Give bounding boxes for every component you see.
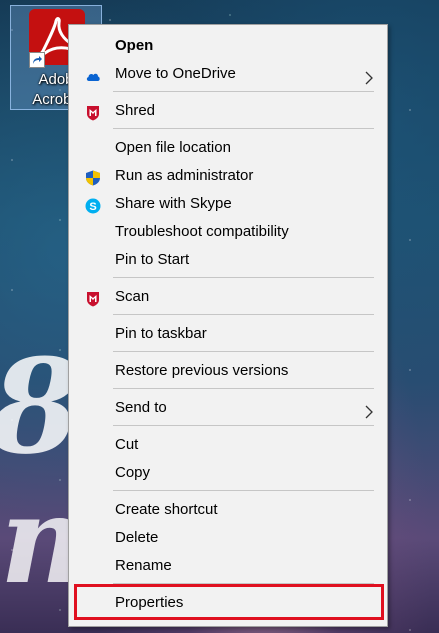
menu-item-delete[interactable]: Delete	[72, 524, 384, 552]
menu-item-label: Cut	[115, 436, 139, 453]
menu-item-properties[interactable]: Properties	[72, 589, 384, 617]
menu-item-cut[interactable]: Cut	[72, 431, 384, 459]
menu-item-scan[interactable]: Scan	[72, 283, 384, 311]
menu-separator	[113, 128, 374, 129]
menu-item-run-as-administrator[interactable]: Run as administrator	[72, 162, 384, 190]
menu-item-open-file-location[interactable]: Open file location	[72, 134, 384, 162]
menu-item-label: Move to OneDrive	[115, 65, 236, 82]
menu-separator	[113, 388, 374, 389]
menu-item-troubleshoot-compatibility[interactable]: Troubleshoot compatibility	[72, 218, 384, 246]
menu-item-label: Run as administrator	[115, 167, 254, 184]
onedrive-cloud-icon	[85, 66, 101, 82]
menu-item-label: Send to	[115, 399, 167, 416]
menu-item-label: Scan	[115, 288, 150, 305]
menu-item-pin-to-taskbar[interactable]: Pin to taskbar	[72, 320, 384, 348]
menu-item-shred[interactable]: Shred	[72, 97, 384, 125]
skype-icon: S	[85, 196, 101, 214]
menu-item-open[interactable]: Open	[72, 32, 384, 60]
menu-item-label: Rename	[115, 557, 172, 574]
menu-item-label: Properties	[115, 594, 184, 611]
menu-separator	[113, 277, 374, 278]
menu-item-label: Pin to Start	[115, 251, 190, 268]
menu-separator	[113, 351, 374, 352]
menu-item-copy[interactable]: Copy	[72, 459, 384, 487]
menu-item-label: Troubleshoot compatibility	[115, 223, 289, 240]
menu-item-share-with-skype[interactable]: S Share with Skype	[72, 190, 384, 218]
menu-item-restore-previous-versions[interactable]: Restore previous versions	[72, 357, 384, 385]
menu-item-rename[interactable]: Rename	[72, 552, 384, 580]
mcafee-shield-icon	[85, 289, 101, 307]
svg-text:S: S	[89, 201, 96, 213]
menu-separator	[113, 583, 374, 584]
chevron-right-icon	[362, 401, 376, 419]
menu-separator	[113, 91, 374, 92]
mcafee-shield-icon	[85, 103, 101, 121]
menu-item-label: Share with Skype	[115, 195, 232, 212]
uac-shield-icon	[85, 168, 101, 186]
menu-item-create-shortcut[interactable]: Create shortcut	[72, 496, 384, 524]
menu-separator	[113, 314, 374, 315]
menu-item-label: Open file location	[115, 139, 231, 156]
menu-separator	[113, 490, 374, 491]
shortcut-arrow-icon	[29, 52, 45, 68]
menu-item-label: Shred	[115, 102, 156, 119]
menu-item-label: Copy	[115, 464, 151, 481]
chevron-right-icon	[362, 67, 376, 85]
menu-item-send-to[interactable]: Send to	[72, 394, 384, 422]
menu-item-label: Delete	[115, 529, 159, 546]
context-menu: Open Move to OneDrive Shred Open file lo…	[68, 24, 388, 627]
menu-item-label: Open	[115, 37, 154, 54]
menu-separator	[113, 425, 374, 426]
menu-item-label: Create shortcut	[115, 501, 218, 518]
menu-item-label: Restore previous versions	[115, 362, 289, 379]
menu-item-move-to-onedrive[interactable]: Move to OneDrive	[72, 60, 384, 88]
menu-item-pin-to-start[interactable]: Pin to Start	[72, 246, 384, 274]
menu-item-label: Pin to taskbar	[115, 325, 207, 342]
